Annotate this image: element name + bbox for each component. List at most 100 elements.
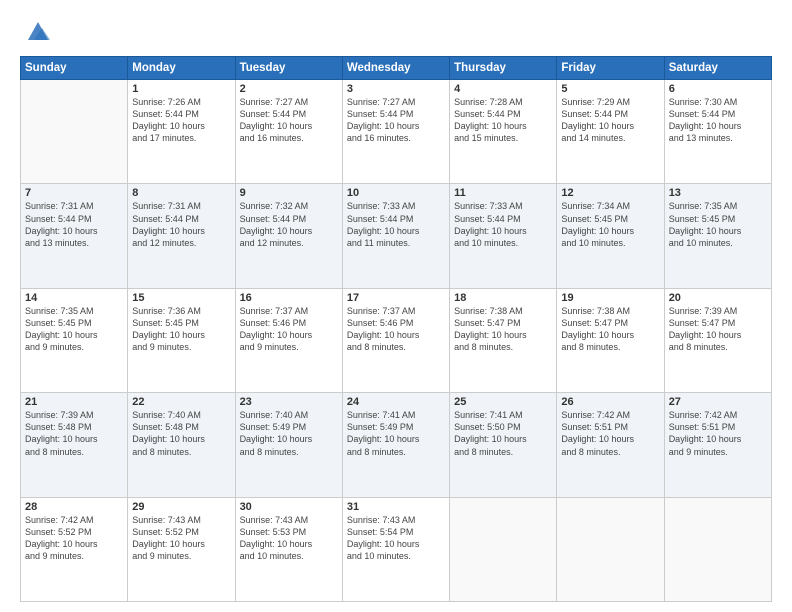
day-number: 13 <box>669 187 767 199</box>
day-number: 28 <box>25 501 123 513</box>
day-info: Sunrise: 7:43 AM Sunset: 5:53 PM Dayligh… <box>240 514 338 563</box>
day-number: 21 <box>25 396 123 408</box>
calendar-cell: 19Sunrise: 7:38 AM Sunset: 5:47 PM Dayli… <box>557 288 664 392</box>
logo <box>20 18 52 46</box>
day-number: 8 <box>132 187 230 199</box>
calendar-header-thursday: Thursday <box>450 57 557 80</box>
day-info: Sunrise: 7:42 AM Sunset: 5:51 PM Dayligh… <box>561 409 659 458</box>
day-number: 17 <box>347 292 445 304</box>
calendar-cell: 6Sunrise: 7:30 AM Sunset: 5:44 PM Daylig… <box>664 80 771 184</box>
day-info: Sunrise: 7:41 AM Sunset: 5:49 PM Dayligh… <box>347 409 445 458</box>
calendar-cell: 3Sunrise: 7:27 AM Sunset: 5:44 PM Daylig… <box>342 80 449 184</box>
calendar-header-saturday: Saturday <box>664 57 771 80</box>
calendar-week-row: 14Sunrise: 7:35 AM Sunset: 5:45 PM Dayli… <box>21 288 772 392</box>
calendar-cell <box>450 497 557 601</box>
calendar-cell: 29Sunrise: 7:43 AM Sunset: 5:52 PM Dayli… <box>128 497 235 601</box>
day-info: Sunrise: 7:27 AM Sunset: 5:44 PM Dayligh… <box>240 96 338 145</box>
header <box>20 18 772 46</box>
day-info: Sunrise: 7:38 AM Sunset: 5:47 PM Dayligh… <box>454 305 552 354</box>
calendar-cell: 13Sunrise: 7:35 AM Sunset: 5:45 PM Dayli… <box>664 184 771 288</box>
day-number: 26 <box>561 396 659 408</box>
calendar-cell: 4Sunrise: 7:28 AM Sunset: 5:44 PM Daylig… <box>450 80 557 184</box>
day-number: 31 <box>347 501 445 513</box>
calendar-cell: 31Sunrise: 7:43 AM Sunset: 5:54 PM Dayli… <box>342 497 449 601</box>
calendar-cell: 2Sunrise: 7:27 AM Sunset: 5:44 PM Daylig… <box>235 80 342 184</box>
calendar-cell: 5Sunrise: 7:29 AM Sunset: 5:44 PM Daylig… <box>557 80 664 184</box>
day-number: 15 <box>132 292 230 304</box>
day-info: Sunrise: 7:40 AM Sunset: 5:48 PM Dayligh… <box>132 409 230 458</box>
day-info: Sunrise: 7:32 AM Sunset: 5:44 PM Dayligh… <box>240 200 338 249</box>
calendar-cell: 20Sunrise: 7:39 AM Sunset: 5:47 PM Dayli… <box>664 288 771 392</box>
calendar-header-wednesday: Wednesday <box>342 57 449 80</box>
day-info: Sunrise: 7:28 AM Sunset: 5:44 PM Dayligh… <box>454 96 552 145</box>
calendar-cell <box>557 497 664 601</box>
day-info: Sunrise: 7:37 AM Sunset: 5:46 PM Dayligh… <box>347 305 445 354</box>
calendar-cell: 9Sunrise: 7:32 AM Sunset: 5:44 PM Daylig… <box>235 184 342 288</box>
calendar-header-monday: Monday <box>128 57 235 80</box>
calendar-cell: 24Sunrise: 7:41 AM Sunset: 5:49 PM Dayli… <box>342 393 449 497</box>
day-number: 2 <box>240 83 338 95</box>
day-number: 10 <box>347 187 445 199</box>
day-info: Sunrise: 7:42 AM Sunset: 5:51 PM Dayligh… <box>669 409 767 458</box>
day-info: Sunrise: 7:33 AM Sunset: 5:44 PM Dayligh… <box>347 200 445 249</box>
day-info: Sunrise: 7:29 AM Sunset: 5:44 PM Dayligh… <box>561 96 659 145</box>
day-number: 20 <box>669 292 767 304</box>
calendar-cell: 1Sunrise: 7:26 AM Sunset: 5:44 PM Daylig… <box>128 80 235 184</box>
day-info: Sunrise: 7:43 AM Sunset: 5:52 PM Dayligh… <box>132 514 230 563</box>
calendar-cell: 17Sunrise: 7:37 AM Sunset: 5:46 PM Dayli… <box>342 288 449 392</box>
calendar-cell: 12Sunrise: 7:34 AM Sunset: 5:45 PM Dayli… <box>557 184 664 288</box>
calendar-week-row: 7Sunrise: 7:31 AM Sunset: 5:44 PM Daylig… <box>21 184 772 288</box>
day-info: Sunrise: 7:34 AM Sunset: 5:45 PM Dayligh… <box>561 200 659 249</box>
calendar-cell: 27Sunrise: 7:42 AM Sunset: 5:51 PM Dayli… <box>664 393 771 497</box>
day-number: 11 <box>454 187 552 199</box>
calendar-header-row: SundayMondayTuesdayWednesdayThursdayFrid… <box>21 57 772 80</box>
day-number: 14 <box>25 292 123 304</box>
day-number: 6 <box>669 83 767 95</box>
calendar-header-friday: Friday <box>557 57 664 80</box>
calendar-week-row: 1Sunrise: 7:26 AM Sunset: 5:44 PM Daylig… <box>21 80 772 184</box>
day-number: 4 <box>454 83 552 95</box>
day-number: 3 <box>347 83 445 95</box>
calendar-cell: 25Sunrise: 7:41 AM Sunset: 5:50 PM Dayli… <box>450 393 557 497</box>
day-info: Sunrise: 7:38 AM Sunset: 5:47 PM Dayligh… <box>561 305 659 354</box>
day-number: 7 <box>25 187 123 199</box>
day-number: 23 <box>240 396 338 408</box>
day-info: Sunrise: 7:26 AM Sunset: 5:44 PM Dayligh… <box>132 96 230 145</box>
calendar-cell <box>664 497 771 601</box>
calendar-cell: 30Sunrise: 7:43 AM Sunset: 5:53 PM Dayli… <box>235 497 342 601</box>
day-info: Sunrise: 7:36 AM Sunset: 5:45 PM Dayligh… <box>132 305 230 354</box>
calendar-cell: 21Sunrise: 7:39 AM Sunset: 5:48 PM Dayli… <box>21 393 128 497</box>
day-number: 16 <box>240 292 338 304</box>
calendar-cell: 23Sunrise: 7:40 AM Sunset: 5:49 PM Dayli… <box>235 393 342 497</box>
calendar-cell: 18Sunrise: 7:38 AM Sunset: 5:47 PM Dayli… <box>450 288 557 392</box>
calendar-week-row: 28Sunrise: 7:42 AM Sunset: 5:52 PM Dayli… <box>21 497 772 601</box>
calendar-cell: 22Sunrise: 7:40 AM Sunset: 5:48 PM Dayli… <box>128 393 235 497</box>
day-number: 12 <box>561 187 659 199</box>
calendar-cell: 28Sunrise: 7:42 AM Sunset: 5:52 PM Dayli… <box>21 497 128 601</box>
day-info: Sunrise: 7:41 AM Sunset: 5:50 PM Dayligh… <box>454 409 552 458</box>
day-number: 22 <box>132 396 230 408</box>
calendar-cell <box>21 80 128 184</box>
day-info: Sunrise: 7:42 AM Sunset: 5:52 PM Dayligh… <box>25 514 123 563</box>
calendar-header-tuesday: Tuesday <box>235 57 342 80</box>
day-info: Sunrise: 7:31 AM Sunset: 5:44 PM Dayligh… <box>25 200 123 249</box>
day-info: Sunrise: 7:27 AM Sunset: 5:44 PM Dayligh… <box>347 96 445 145</box>
calendar-week-row: 21Sunrise: 7:39 AM Sunset: 5:48 PM Dayli… <box>21 393 772 497</box>
day-number: 5 <box>561 83 659 95</box>
day-info: Sunrise: 7:35 AM Sunset: 5:45 PM Dayligh… <box>25 305 123 354</box>
day-info: Sunrise: 7:35 AM Sunset: 5:45 PM Dayligh… <box>669 200 767 249</box>
day-info: Sunrise: 7:31 AM Sunset: 5:44 PM Dayligh… <box>132 200 230 249</box>
day-number: 1 <box>132 83 230 95</box>
calendar-table: SundayMondayTuesdayWednesdayThursdayFrid… <box>20 56 772 602</box>
calendar-cell: 7Sunrise: 7:31 AM Sunset: 5:44 PM Daylig… <box>21 184 128 288</box>
day-number: 24 <box>347 396 445 408</box>
day-number: 27 <box>669 396 767 408</box>
calendar-cell: 16Sunrise: 7:37 AM Sunset: 5:46 PM Dayli… <box>235 288 342 392</box>
calendar-cell: 26Sunrise: 7:42 AM Sunset: 5:51 PM Dayli… <box>557 393 664 497</box>
calendar-header-sunday: Sunday <box>21 57 128 80</box>
day-number: 30 <box>240 501 338 513</box>
day-info: Sunrise: 7:40 AM Sunset: 5:49 PM Dayligh… <box>240 409 338 458</box>
calendar-cell: 10Sunrise: 7:33 AM Sunset: 5:44 PM Dayli… <box>342 184 449 288</box>
calendar-cell: 15Sunrise: 7:36 AM Sunset: 5:45 PM Dayli… <box>128 288 235 392</box>
day-number: 19 <box>561 292 659 304</box>
